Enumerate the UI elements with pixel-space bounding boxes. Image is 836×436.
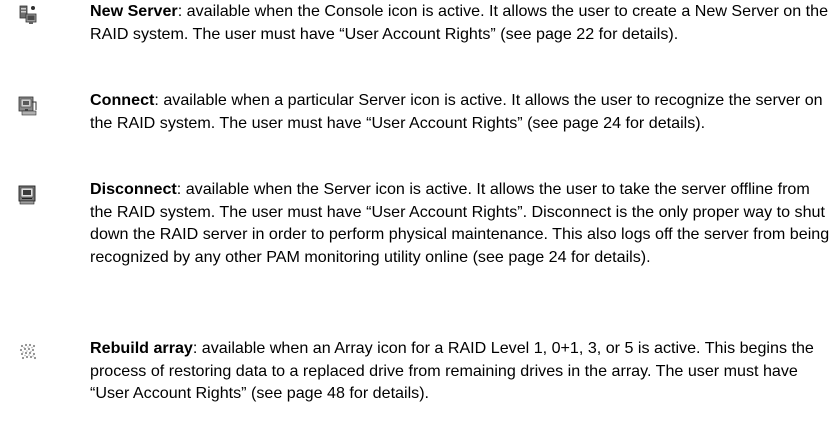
connect-body: : available when a particular Server ico…: [90, 91, 823, 132]
disconnect-icon: [18, 185, 38, 205]
rebuild-array-description: Rebuild array: available when an Array i…: [90, 337, 836, 405]
connect-term: Connect: [90, 91, 155, 109]
disconnect-term: Disconnect: [90, 180, 177, 198]
new-server-term: New Server: [90, 2, 178, 20]
disconnect-body: : available when the Server icon is acti…: [90, 180, 830, 266]
disconnect-description: Disconnect: available when the Server ic…: [90, 178, 836, 268]
rebuild-array-body: : available when an Array icon for a RAI…: [90, 339, 814, 403]
new-server-icon: [18, 5, 38, 25]
connect-description: Connect: available when a particular Ser…: [90, 89, 836, 134]
new-server-body: : available when the Console icon is act…: [90, 2, 829, 43]
new-server-description: New Server: available when the Console i…: [90, 0, 836, 45]
connect-icon: [18, 96, 38, 116]
rebuild-array-icon: [18, 342, 38, 362]
rebuild-array-term: Rebuild array: [90, 339, 193, 357]
